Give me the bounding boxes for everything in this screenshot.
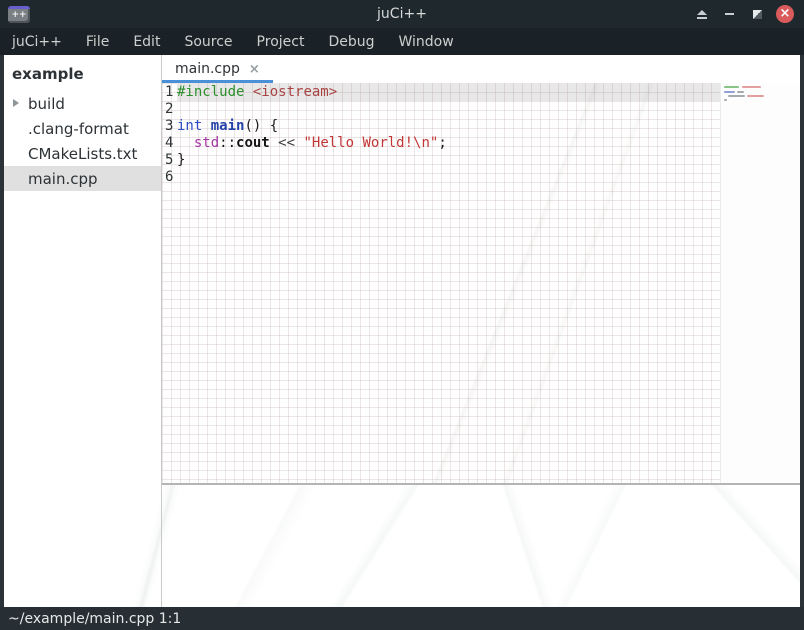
tree-item-label: .clang-format bbox=[28, 120, 129, 138]
code-line: 4 std::cout << "Hello World!\n"; bbox=[162, 135, 720, 152]
menu-window[interactable]: Window bbox=[387, 30, 466, 54]
line-number: 3 bbox=[162, 118, 177, 135]
window-title: juCi++ bbox=[0, 6, 804, 22]
tree-item-label: CMakeLists.txt bbox=[28, 145, 137, 163]
minimap[interactable] bbox=[720, 83, 800, 483]
line-code bbox=[177, 101, 720, 118]
minimap-line bbox=[742, 86, 761, 88]
menubar: juCi++ File Edit Source Project Debug Wi… bbox=[0, 28, 804, 55]
tab-close-icon[interactable]: × bbox=[249, 62, 260, 77]
line-code bbox=[177, 169, 720, 186]
code-line: 3int main() { bbox=[162, 118, 720, 135]
restore-icon bbox=[753, 10, 762, 19]
terminal-panel[interactable] bbox=[162, 485, 800, 607]
eject-triangle bbox=[697, 10, 707, 15]
close-button[interactable]: × bbox=[776, 5, 794, 23]
logo-glyph: ++ bbox=[11, 11, 26, 20]
tree-item-cmakelists[interactable]: CMakeLists.txt bbox=[4, 141, 161, 166]
project-root-label[interactable]: example bbox=[4, 60, 161, 91]
code-line: 2 bbox=[162, 101, 720, 118]
titlebar[interactable]: ++ juCi++ × bbox=[0, 0, 804, 28]
menu-debug[interactable]: Debug bbox=[316, 30, 386, 54]
code-line: 5} bbox=[162, 152, 720, 169]
line-code: #include <iostream> bbox=[177, 84, 720, 101]
line-number: 1 bbox=[162, 84, 177, 101]
line-number: 2 bbox=[162, 101, 177, 118]
menu-source[interactable]: Source bbox=[172, 30, 244, 54]
app-window: ++ juCi++ × juCi++ File Edit Source Proj… bbox=[0, 0, 804, 630]
minimap-line bbox=[737, 91, 744, 93]
menu-juci[interactable]: juCi++ bbox=[0, 30, 74, 54]
tab-main-cpp[interactable]: main.cpp × bbox=[162, 55, 273, 83]
content-area: example build .clang-format CMakeLists.t… bbox=[0, 55, 804, 607]
menu-file[interactable]: File bbox=[74, 30, 121, 54]
tabbar: main.cpp × bbox=[162, 55, 800, 83]
minimap-line bbox=[747, 95, 764, 97]
file-tree-sidebar: example build .clang-format CMakeLists.t… bbox=[4, 55, 162, 607]
code-area[interactable]: 1#include <iostream> 2 3int main() { 4 s… bbox=[162, 83, 720, 483]
line-code: int main() { bbox=[177, 118, 720, 135]
status-file-path: ~/example/main.cpp 1:1 bbox=[8, 611, 181, 627]
eject-bar bbox=[697, 17, 707, 19]
menu-project[interactable]: Project bbox=[245, 30, 317, 54]
minimize-button[interactable] bbox=[720, 5, 739, 24]
minimize-icon bbox=[725, 13, 734, 15]
window-controls: × bbox=[692, 5, 804, 24]
tree-item-clang-format[interactable]: .clang-format bbox=[4, 116, 161, 141]
tree-item-label: build bbox=[28, 95, 65, 113]
tree-item-build[interactable]: build bbox=[4, 91, 161, 116]
minimap-line bbox=[724, 86, 739, 88]
expander-icon[interactable] bbox=[13, 99, 19, 107]
line-code: } bbox=[177, 152, 720, 169]
line-number: 6 bbox=[162, 169, 177, 186]
code-line: 1#include <iostream> bbox=[162, 84, 720, 101]
minimap-line bbox=[724, 99, 727, 101]
tab-label: main.cpp bbox=[175, 61, 240, 77]
editor: 1#include <iostream> 2 3int main() { 4 s… bbox=[162, 83, 800, 483]
code-line: 6 bbox=[162, 169, 720, 186]
restore-button[interactable] bbox=[748, 5, 767, 24]
eject-icon[interactable] bbox=[692, 5, 711, 24]
app-logo-icon: ++ bbox=[8, 6, 30, 23]
minimap-line bbox=[728, 95, 745, 97]
menu-edit[interactable]: Edit bbox=[121, 30, 172, 54]
line-number: 4 bbox=[162, 135, 177, 152]
line-code: std::cout << "Hello World!\n"; bbox=[177, 135, 720, 152]
line-number: 5 bbox=[162, 152, 177, 169]
tree-item-main-cpp[interactable]: main.cpp bbox=[4, 166, 161, 191]
statusbar: ~/example/main.cpp 1:1 bbox=[0, 607, 804, 630]
window-right-border bbox=[800, 55, 804, 607]
minimap-line bbox=[724, 91, 735, 93]
editor-column: main.cpp × 1#include <iostream> 2 3int m… bbox=[162, 55, 800, 607]
tree-item-label: main.cpp bbox=[28, 170, 98, 188]
